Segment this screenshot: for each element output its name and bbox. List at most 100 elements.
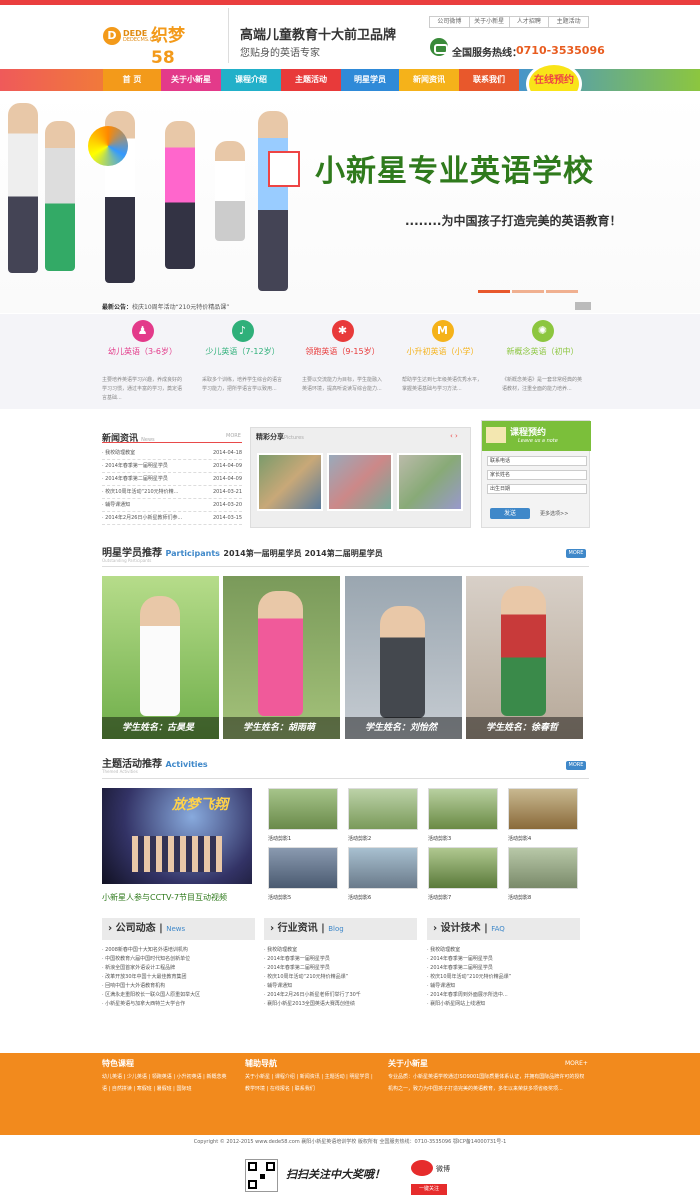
activity-thumb-2[interactable]	[348, 788, 418, 830]
column-item[interactable]: · 校庆10周年活动“210元特价精品课”	[427, 973, 580, 982]
site-logo[interactable]: D DEDE DEDECMS.COM 织梦58	[103, 24, 203, 68]
slide-indicators[interactable]	[478, 286, 580, 295]
column-item[interactable]: · 中国校教育六届中国时代知名创新单位	[102, 955, 255, 964]
column-item[interactable]: · 小新星英语与加拿大西特兰大学合作	[102, 1000, 255, 1009]
news-item[interactable]: · 2014年春季第二届明星学员 2014-04-09	[102, 473, 242, 486]
share-photo-1[interactable]	[257, 453, 323, 511]
nav-students[interactable]: 明星学员	[341, 69, 399, 91]
activity-label[interactable]: 活动剪影4	[508, 835, 531, 842]
column-item[interactable]: · 2014年2月26日小新星老师们举行了30千	[264, 991, 417, 1000]
more-options-link[interactable]: 更多选项>>	[540, 510, 568, 517]
share-photo-3[interactable]	[397, 453, 463, 511]
stars-more-button[interactable]: MORE	[566, 549, 586, 558]
person-icon: ♟	[131, 320, 154, 342]
column-item[interactable]: · 回响中国十大外语教育机构	[102, 982, 255, 991]
column-item[interactable]: · 改革开放30年中国十大最佳教育集团	[102, 973, 255, 982]
column-item[interactable]: · 2014年春季第一届明星学员	[264, 955, 417, 964]
news-item[interactable]: · 2014年春季第一届明星学员 2014-04-09	[102, 460, 242, 473]
student-card-2[interactable]: 学生姓名：胡雨萌	[223, 576, 340, 739]
activity-thumb-5[interactable]	[268, 847, 338, 889]
student-card-4[interactable]: 学生姓名：徐春哲	[466, 576, 583, 739]
column-item[interactable]: · 辅导课通知	[427, 982, 580, 991]
course-new-concept[interactable]: ✺ 新概念英语（初中） 《新概念英语》是一套非常经典的英语教材，注重全面的能力培…	[500, 320, 585, 392]
top-link-about[interactable]: 关于小新星	[470, 17, 510, 27]
activity-label[interactable]: 活动剪影8	[508, 894, 531, 901]
column-item[interactable]: · 2014年春季第二届明星学员	[264, 964, 417, 973]
footer-more-link[interactable]: MORE+	[565, 1060, 588, 1067]
column-item[interactable]: · 2008新春中国十大知名外语培训机构	[102, 946, 255, 955]
column-item[interactable]: · 襄阳小新星网站上线通知	[427, 1000, 580, 1009]
activities-more-button[interactable]: MORE	[566, 761, 586, 770]
column-item[interactable]: · 我校助理教室	[264, 946, 417, 955]
column-item[interactable]: · 校庆10周年活动“210元特价精品课”	[264, 973, 417, 982]
photo-arrows-icon[interactable]: ‹ ›	[450, 432, 458, 440]
activity-thumb-6[interactable]	[348, 847, 418, 889]
column-item[interactable]: · 2014年春季周到外面展示所选中...	[427, 991, 580, 1000]
activity-label[interactable]: 活动剪影1	[268, 835, 291, 842]
activity-label[interactable]: 活动剪影7	[428, 894, 451, 901]
nav-contact[interactable]: 联系我们	[459, 69, 519, 91]
column-item[interactable]: · 2014年春季第一届明星学员	[427, 955, 580, 964]
activity-label[interactable]: 活动剪影5	[268, 894, 291, 901]
news-more-link[interactable]: MORE	[226, 433, 241, 439]
news-item[interactable]: · 我校助理教室 2014-04-18	[102, 447, 242, 460]
phone-field[interactable]: 联系电话	[487, 456, 587, 466]
activity-label[interactable]: 活动剪影3	[428, 835, 451, 842]
course-desc: 主要培养英语学习兴趣，养成良好的学习习惯，通过丰富的学习，奠定语言基础...	[102, 377, 183, 401]
notice-text[interactable]: 校庆10周年活动“210元特价精品课”	[132, 304, 229, 311]
share-photo-2[interactable]	[327, 453, 393, 511]
activity-thumb-1[interactable]	[268, 788, 338, 830]
activity-label[interactable]: 活动剪影2	[348, 835, 371, 842]
column-item[interactable]: · 辅导课通知	[264, 982, 417, 991]
follow-button[interactable]: 一键关注	[411, 1184, 447, 1195]
hero-banner	[0, 91, 700, 313]
featured-activity-video[interactable]: 放梦飞翔	[102, 788, 252, 884]
footer-nav-links[interactable]: 关于小新星 | 课程介绍 | 新闻资讯 | 主题活动 | 明星学员 | 教学环境…	[245, 1071, 375, 1095]
activity-thumb-8[interactable]	[508, 847, 578, 889]
featured-activity-caption[interactable]: 小新星人参与CCTV-7节目互动视频	[102, 892, 227, 903]
banner-kid-5	[215, 141, 245, 241]
nav-activities[interactable]: 主题活动	[281, 69, 341, 91]
column-head-design[interactable]: › 设计技术 | FAQ	[427, 918, 580, 940]
nav-about[interactable]: 关于小新星	[161, 69, 221, 91]
course-kindergarten[interactable]: ♟ 幼儿英语（3-6岁） 主要培养英语学习兴趣，养成良好的学习习惯，通过丰富的学…	[100, 320, 185, 401]
activity-thumb-4[interactable]	[508, 788, 578, 830]
nav-news[interactable]: 新闻资讯	[399, 69, 459, 91]
news-item[interactable]: · 校庆10周年活动“210元特价精... 2014-03-21	[102, 486, 242, 499]
notice-arrows[interactable]	[575, 302, 591, 310]
nav-courses[interactable]: 课程介绍	[221, 69, 281, 91]
nav-home[interactable]: 首 页	[103, 69, 161, 91]
parent-name-field[interactable]: 家长姓名	[487, 470, 587, 480]
activities-divider	[102, 778, 589, 779]
student-card-3[interactable]: 学生姓名：刘怡然	[345, 576, 462, 739]
top-link-jobs[interactable]: 人才招聘	[510, 17, 550, 27]
activity-thumb-7[interactable]	[428, 847, 498, 889]
activities-sub-en: Themed Activities	[102, 769, 138, 774]
course-children[interactable]: ♪ 少儿英语（7-12岁） 采取多个训练，培养学生综合的语言学习能力，把所学语言…	[200, 320, 285, 392]
weibo-label: 微博	[436, 1165, 450, 1173]
news-item[interactable]: · 辅导课通知 2014-03-20	[102, 499, 242, 512]
news-item[interactable]: · 2014年2月26日小新星教师们参... 2014-03-15	[102, 512, 242, 525]
top-link-weibo[interactable]: 公司微博	[430, 17, 470, 27]
column-head-company[interactable]: › 公司动态 | News	[102, 918, 255, 940]
course-leading[interactable]: ✱ 领跑英语（9-15岁） 主要以交流能力为目标，学生能融入英语环境，提高听说读…	[300, 320, 385, 392]
footer-courses-links[interactable]: 幼儿英语 | 少儿英语 | 领跑英语 | 小升初英语 | 新概念英语 | 自然拼…	[102, 1071, 227, 1095]
student-card-1[interactable]: 学生姓名：古昊旻	[102, 576, 219, 739]
birthdate-field[interactable]: 出生日期	[487, 484, 587, 494]
activity-label[interactable]: 活动剪影6	[348, 894, 371, 901]
column-item[interactable]: · 新浪全国首家外语设计工程品牌	[102, 964, 255, 973]
column-head-industry[interactable]: › 行业资讯 | Blog	[264, 918, 417, 940]
m-icon: M	[431, 320, 454, 342]
column-item[interactable]: · 2014年春季第二届明星学员	[427, 964, 580, 973]
phone-number: 0710-3535096	[516, 44, 605, 57]
runner-icon: ✱	[331, 320, 354, 342]
top-link-activities[interactable]: 主题活动	[549, 17, 588, 27]
activity-thumb-3[interactable]	[428, 788, 498, 830]
column-item[interactable]: · 区满永走重阳校长一联众国人原重如举大区	[102, 991, 255, 1000]
column-item[interactable]: · 我校助理教室	[427, 946, 580, 955]
send-button[interactable]: 发送	[490, 508, 530, 519]
column-item[interactable]: · 襄阳小新星2013全国英语大赛再创佳绩	[264, 1000, 417, 1009]
weibo-icon[interactable]	[411, 1160, 433, 1176]
music-icon: ♪	[231, 320, 254, 342]
course-primary[interactable]: M 小升初英语（小学） 帮助学生达到七年级英语优秀水平，掌握英语基础与学习方法.…	[400, 320, 485, 392]
